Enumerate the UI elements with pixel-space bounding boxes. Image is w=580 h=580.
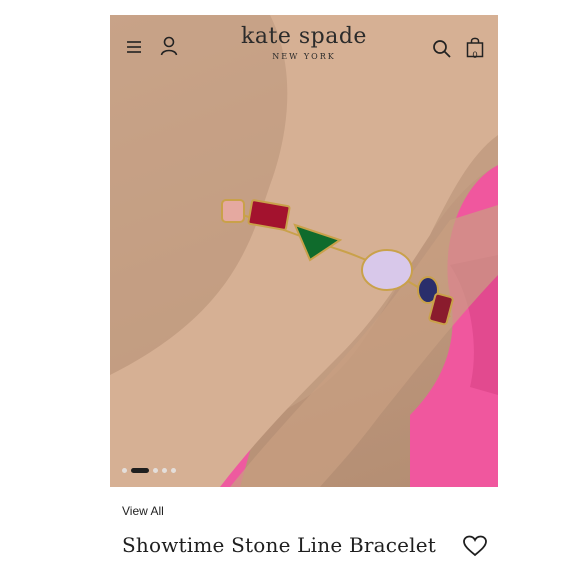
- header-bar: kate spade NEW YORK 0: [110, 15, 498, 75]
- bracelet-photo: [110, 15, 498, 487]
- search-icon[interactable]: [432, 39, 452, 59]
- carousel-dot-active[interactable]: [131, 468, 149, 473]
- carousel-dot[interactable]: [171, 468, 176, 473]
- product-image[interactable]: kate spade NEW YORK 0: [110, 15, 498, 487]
- product-title: Showtime Stone Line Bracelet: [122, 533, 437, 557]
- carousel-dot[interactable]: [162, 468, 167, 473]
- carousel-dot[interactable]: [122, 468, 127, 473]
- heart-icon[interactable]: [462, 535, 488, 557]
- cart-count: 0: [472, 50, 478, 60]
- view-all-link[interactable]: View All: [122, 504, 164, 518]
- carousel-dot[interactable]: [153, 468, 158, 473]
